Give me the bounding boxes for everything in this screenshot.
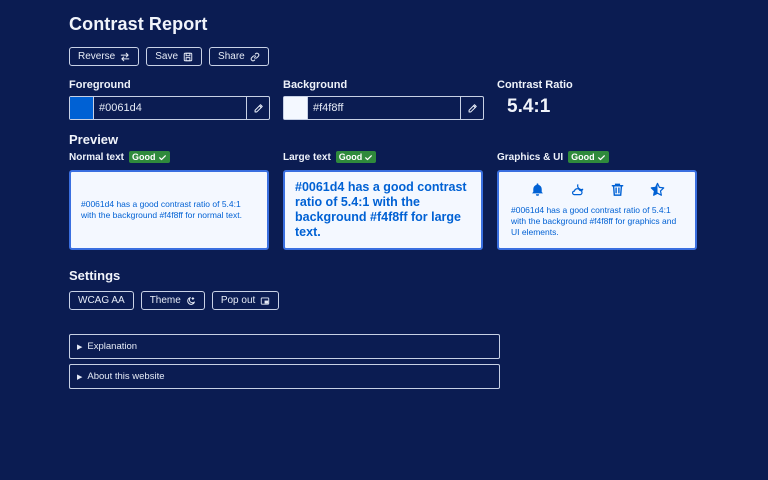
background-eyedropper-button[interactable] <box>460 97 483 119</box>
sample-icons <box>511 182 683 197</box>
eyedropper-icon <box>468 103 477 112</box>
large-text-sample: #0061d4 has a good contrast ratio of 5.4… <box>295 180 467 239</box>
save-button[interactable]: Save <box>146 47 203 66</box>
swap-arrows-icon <box>121 52 130 61</box>
about-website-label: About this website <box>87 371 165 382</box>
toolbar: Reverse Save Share <box>69 47 768 66</box>
wcag-level-label: WCAG AA <box>78 295 125 306</box>
page-title: Contrast Report <box>69 14 208 34</box>
normal-text-label: Normal text <box>69 151 125 163</box>
floppy-disk-icon <box>183 52 193 61</box>
contrast-report-page: Contrast Report Reverse Save Share Foreg… <box>69 14 768 389</box>
check-icon <box>158 154 166 160</box>
preview-cards: Normal text Good #0061d4 has a good cont… <box>69 151 768 250</box>
large-text-preview: Large text Good #0061d4 has a good contr… <box>283 151 497 250</box>
wcag-level-button[interactable]: WCAG AA <box>69 291 134 310</box>
about-website-disclosure[interactable]: ▶ About this website <box>69 364 500 389</box>
normal-text-preview: Normal text Good #0061d4 has a good cont… <box>69 151 283 250</box>
link-icon <box>250 52 260 61</box>
status-badge: Good <box>129 151 170 163</box>
star-half-icon <box>650 182 664 196</box>
moon-stars-icon <box>187 296 195 305</box>
background-label: Background <box>283 79 348 91</box>
preview-heading: Preview <box>69 132 119 147</box>
bell-icon <box>531 183 543 196</box>
pop-out-button-label: Pop out <box>220 295 256 306</box>
explanation-disclosure[interactable]: ▶ Explanation <box>69 334 500 359</box>
graphics-ui-card: #0061d4 has a good contrast ratio of 5.4… <box>497 170 697 250</box>
large-text-label: Large text <box>283 151 331 163</box>
pop-out-button[interactable]: Pop out <box>211 291 280 310</box>
eyedropper-icon <box>254 103 263 112</box>
graphics-ui-sample: #0061d4 has a good contrast ratio of 5.4… <box>511 205 677 237</box>
check-icon <box>365 154 373 160</box>
settings-heading: Settings <box>69 268 121 283</box>
reverse-button-label: Reverse <box>78 51 116 62</box>
disclosure-triangle-icon: ▶ <box>77 373 83 381</box>
foreground-field <box>69 96 270 120</box>
share-button[interactable]: Share <box>209 47 269 66</box>
foreground-swatch[interactable] <box>70 97 93 119</box>
graphics-ui-label: Graphics & UI <box>497 151 564 163</box>
contrast-ratio-group: Contrast Ratio 5.4:1 <box>497 79 573 120</box>
badge-text: Good <box>338 152 363 162</box>
contrast-ratio-label: Contrast Ratio <box>497 79 573 91</box>
background-hex-input[interactable] <box>307 97 460 119</box>
status-badge: Good <box>568 151 609 163</box>
disclosure-triangle-icon: ▶ <box>77 343 83 351</box>
cloud-moon-icon <box>571 184 583 196</box>
explanation-label: Explanation <box>87 341 138 352</box>
status-badge: Good <box>335 151 377 163</box>
check-icon <box>597 154 605 160</box>
trash-icon <box>611 183 623 196</box>
normal-text-card: #0061d4 has a good contrast ratio of 5.4… <box>69 170 269 250</box>
badge-text: Good <box>132 152 156 162</box>
background-group: Background <box>283 79 497 120</box>
background-field <box>283 96 484 120</box>
foreground-group: Foreground <box>69 79 283 120</box>
color-inputs: Foreground Background <box>69 79 768 120</box>
theme-button-label: Theme <box>149 295 181 306</box>
save-button-label: Save <box>155 51 179 62</box>
graphics-ui-preview: Graphics & UI Good #0061d4 has a good co… <box>497 151 711 250</box>
foreground-eyedropper-button[interactable] <box>246 97 269 119</box>
foreground-label: Foreground <box>69 79 131 91</box>
share-button-label: Share <box>218 51 245 62</box>
badge-text: Good <box>571 152 595 162</box>
foreground-hex-input[interactable] <box>93 97 246 119</box>
contrast-ratio-value: 5.4:1 <box>507 96 551 117</box>
background-swatch[interactable] <box>284 97 307 119</box>
picture-in-picture-icon <box>261 296 270 305</box>
reverse-button[interactable]: Reverse <box>69 47 140 66</box>
large-text-card: #0061d4 has a good contrast ratio of 5.4… <box>283 170 483 250</box>
settings-row: WCAG AA Theme Pop out <box>69 291 768 310</box>
normal-text-sample: #0061d4 has a good contrast ratio of 5.4… <box>81 199 242 220</box>
theme-button[interactable]: Theme <box>140 291 205 310</box>
